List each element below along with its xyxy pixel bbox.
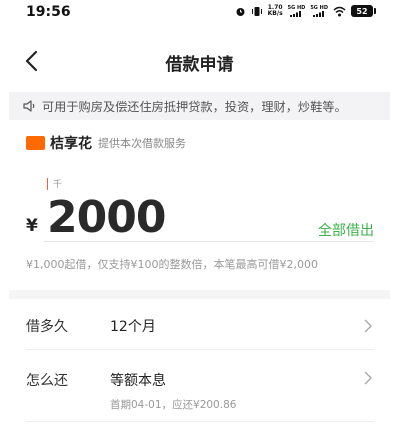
notice-text: 可用于购房及偿还住房抵押贷款，投资，理财，炒鞋等。 xyxy=(42,100,347,114)
status-icons: 1.70 KB/s 5G HD 5G HD 52 xyxy=(235,5,376,17)
row-divider xyxy=(26,421,374,422)
amount-input-area[interactable]: 千 ¥ 2000 全部借出 xyxy=(26,175,374,245)
loan-term-row[interactable]: 借多久 12个月 xyxy=(26,312,374,350)
page-title: 借款申请 xyxy=(165,55,234,75)
alarm-icon xyxy=(236,7,245,16)
signal-1: 5G HD xyxy=(288,5,305,17)
status-time: 19:56 xyxy=(26,4,71,20)
signal-2: 5G HD xyxy=(310,5,328,17)
wifi-icon xyxy=(333,6,346,16)
provider-description: 提供本次借款服务 xyxy=(98,137,186,150)
signal-bars-icon xyxy=(313,11,325,17)
text-cursor xyxy=(47,178,48,190)
battery-indicator: 52 xyxy=(351,5,376,17)
amount-underline xyxy=(44,241,374,242)
network-speed: 1.70 KB/s xyxy=(268,5,283,17)
row-divider xyxy=(26,349,374,350)
chevron-right-icon xyxy=(364,371,372,385)
nav-bar: 借款申请 xyxy=(0,44,399,78)
amount-hint: ¥1,000起借，仅支持¥100的整数倍，本笔最高可借¥2,000 xyxy=(26,258,318,271)
loan-term-value: 12个月 xyxy=(110,319,156,335)
loan-amount-input[interactable]: 2000 xyxy=(47,192,166,243)
signal-bars-icon xyxy=(290,11,302,17)
amount-unit-hint: 千 xyxy=(53,180,63,190)
repayment-method-row[interactable]: 怎么还 等额本息 首期04-01，应还¥200.86 xyxy=(26,364,374,422)
status-bar: 19:56 1.70 KB/s 5G HD 5G HD 52 xyxy=(0,0,399,28)
loan-provider: 桔享花 提供本次借款服务 xyxy=(26,133,186,153)
repayment-method-value: 等额本息 xyxy=(110,373,166,389)
provider-name: 桔享花 xyxy=(50,136,92,152)
repayment-method-label: 怎么还 xyxy=(26,373,68,389)
speaker-icon xyxy=(23,100,35,112)
chevron-right-icon xyxy=(364,319,372,333)
network-speed-unit: KB/s xyxy=(267,10,283,17)
vibrate-icon xyxy=(251,6,262,16)
provider-logo xyxy=(26,136,45,150)
currency-symbol: ¥ xyxy=(26,216,38,236)
borrow-all-button[interactable]: 全部借出 xyxy=(318,220,374,240)
first-payment-info: 首期04-01，应还¥200.86 xyxy=(110,399,237,411)
section-divider xyxy=(9,290,390,299)
usage-notice-banner: 可用于购房及偿还住房抵押贷款，投资，理财，炒鞋等。 xyxy=(9,92,390,120)
loan-term-label: 借多久 xyxy=(26,319,68,335)
